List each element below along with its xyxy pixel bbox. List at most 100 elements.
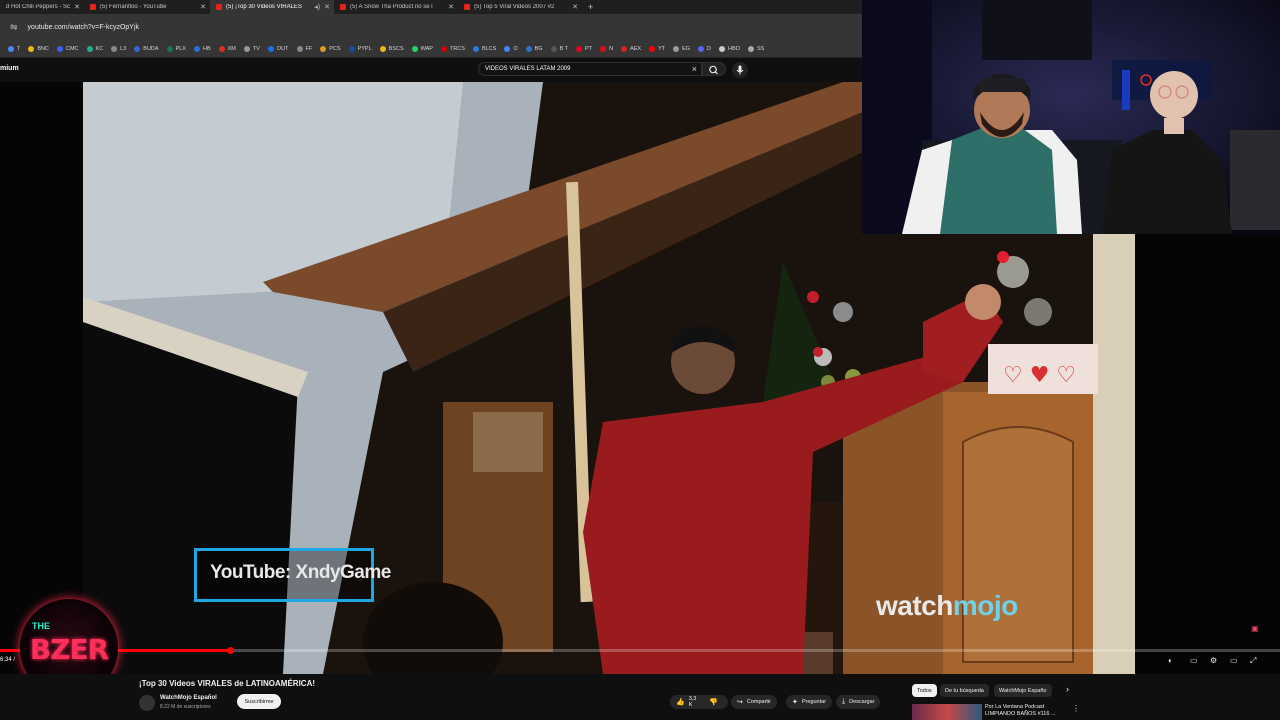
clear-search-icon[interactable]: × bbox=[692, 64, 697, 74]
bookmark-item[interactable]: XM bbox=[218, 46, 236, 52]
bookmark-item[interactable]: YT bbox=[649, 46, 665, 52]
browser-tab[interactable]: (5) Fernanfloo - YouTube ✕ bbox=[84, 0, 210, 14]
bookmark-favicon-icon bbox=[86, 46, 93, 52]
bookmark-label: AEX bbox=[630, 46, 642, 52]
logo-top-text: THE bbox=[32, 621, 50, 631]
search-query: VIDEOS VIRALES LATAM 2009 bbox=[485, 66, 571, 72]
bookmark-item[interactable]: TRCS bbox=[440, 46, 465, 52]
bookmark-label: T bbox=[17, 46, 21, 52]
channel-name[interactable]: WatchMojo Español bbox=[160, 695, 217, 701]
autoplay-toggle-icon[interactable]: ◐ bbox=[1168, 656, 1173, 665]
like-count: 3,3 K bbox=[688, 696, 697, 708]
bookmark-item[interactable]: AEX bbox=[621, 46, 641, 52]
bookmark-item[interactable]: D bbox=[698, 46, 711, 52]
bookmark-favicon-icon bbox=[348, 46, 355, 52]
logo-main-text: BZER bbox=[29, 633, 109, 666]
bookmark-item[interactable]: PT bbox=[576, 46, 592, 52]
bookmark-label: N bbox=[609, 46, 614, 52]
bookmark-label: D bbox=[707, 46, 712, 52]
bookmark-item[interactable]: FF bbox=[296, 46, 313, 52]
browser-tab-active[interactable]: (5) ¡Top 30 Videos VIRALES ◂) ✕ bbox=[210, 0, 334, 14]
bookmark-label: KC bbox=[95, 46, 104, 52]
close-tab-icon[interactable]: ✕ bbox=[448, 3, 454, 11]
browser-tab[interactable]: d Hot Chili Peppers - Scar ✕ bbox=[0, 0, 84, 14]
bookmark-item[interactable]: BUDA bbox=[134, 46, 159, 52]
browser-tab-bar: d Hot Chili Peppers - Scar ✕ (5) Fernanf… bbox=[0, 0, 862, 14]
bookmark-favicon-icon bbox=[504, 46, 511, 52]
share-button[interactable]: ↪ Compartir bbox=[731, 695, 778, 709]
bookmark-item[interactable]: BNC bbox=[28, 46, 49, 52]
chip-from-search[interactable]: De tu búsqueda bbox=[940, 684, 989, 697]
bookmark-item[interactable]: T bbox=[8, 46, 20, 52]
chip-channel[interactable]: WatchMojo Españo bbox=[994, 684, 1052, 697]
bookmark-item[interactable]: BLCS bbox=[472, 46, 496, 52]
thumbs-down-icon[interactable]: 👎 bbox=[709, 698, 718, 706]
ask-button[interactable]: ✦ Preguntar bbox=[786, 695, 833, 709]
bookmark-label: HBO bbox=[728, 46, 740, 52]
ask-label: Preguntar bbox=[801, 699, 827, 705]
browser-tab[interactable]: (5) A Snow Tha Product no se l ✕ bbox=[334, 0, 458, 14]
subtitles-icon[interactable]: ▭ bbox=[1190, 656, 1198, 665]
bookmark-item[interactable]: BSCS bbox=[379, 46, 404, 52]
more-options-icon[interactable]: ⋮ bbox=[1072, 704, 1080, 713]
voice-search-button[interactable] bbox=[732, 62, 748, 78]
bookmark-favicon-icon bbox=[134, 46, 141, 52]
channel-avatar[interactable] bbox=[139, 695, 155, 711]
speaker-icon[interactable]: ◂) bbox=[314, 3, 320, 11]
url-field[interactable]: youtube.com/watch?v=F-kcyzOpYjk bbox=[28, 24, 139, 31]
bookmark-item[interactable]: PCS bbox=[320, 46, 341, 52]
browser-tab[interactable]: (5) Top 5 Viral Videos 2007 #2 ✕ bbox=[458, 0, 582, 14]
fullscreen-icon[interactable]: ⤢ bbox=[1250, 656, 1256, 666]
site-info-icon[interactable]: ⇋ bbox=[10, 22, 18, 33]
download-button[interactable]: ⤓ Descargar bbox=[836, 695, 881, 709]
search-button[interactable] bbox=[702, 62, 726, 76]
bookmark-item[interactable]: OUT bbox=[267, 46, 289, 52]
subscribe-button[interactable]: Suscribirme bbox=[237, 694, 281, 709]
bookmark-item[interactable]: O bbox=[504, 46, 518, 52]
close-tab-icon[interactable]: ✕ bbox=[572, 3, 578, 11]
like-dislike-group[interactable]: 👍 3,3 K 👎 bbox=[670, 695, 728, 709]
new-tab-button[interactable]: + bbox=[588, 2, 593, 12]
bookmark-favicon-icon bbox=[698, 46, 705, 52]
bookmark-item[interactable]: CMC bbox=[57, 46, 79, 52]
bookmark-favicon-icon bbox=[440, 46, 447, 52]
settings-gear-icon[interactable]: ⚙ bbox=[1210, 656, 1217, 665]
thumbs-up-icon[interactable]: 👍 bbox=[676, 698, 685, 706]
close-tab-icon[interactable]: ✕ bbox=[200, 3, 206, 11]
search-input[interactable]: VIDEOS VIRALES LATAM 2009 × bbox=[478, 62, 702, 76]
bookmark-item[interactable]: BG bbox=[525, 46, 543, 52]
bookmark-item[interactable]: EG bbox=[673, 46, 690, 52]
bookmark-item[interactable]: L3 bbox=[111, 46, 126, 52]
bookmark-item[interactable]: N bbox=[600, 46, 613, 52]
youtube-favicon-icon bbox=[464, 4, 470, 10]
bookmark-favicon-icon bbox=[747, 46, 754, 52]
bookmark-item[interactable]: TV bbox=[243, 46, 260, 52]
bookmark-item[interactable]: PLX bbox=[166, 46, 186, 52]
close-tab-icon[interactable]: ✕ bbox=[324, 3, 330, 11]
bookmark-item[interactable]: B T bbox=[550, 46, 568, 52]
bookmark-label: TV bbox=[252, 46, 260, 52]
bookmark-item[interactable]: HBO bbox=[719, 46, 740, 52]
close-tab-icon[interactable]: ✕ bbox=[74, 3, 80, 11]
bookmark-item[interactable]: PYPL bbox=[348, 46, 372, 52]
theater-mode-icon[interactable]: ▭ bbox=[1230, 656, 1238, 665]
chevron-right-icon[interactable]: › bbox=[1066, 684, 1069, 694]
recommended-thumbnail[interactable] bbox=[912, 704, 982, 720]
webcam-overlay bbox=[862, 0, 1280, 234]
bookmark-favicon-icon bbox=[166, 46, 173, 52]
share-icon: ↪ bbox=[737, 699, 743, 706]
bookmark-item[interactable]: HB bbox=[193, 46, 211, 52]
youtube-premium-logo[interactable]: mium bbox=[0, 65, 19, 72]
recommended-title[interactable]: Por La Ventana Podcast LIMPIANDO BAÑOS #… bbox=[985, 704, 1065, 718]
bookmark-label: FF bbox=[305, 46, 313, 52]
bookmark-item[interactable]: WAP bbox=[411, 46, 433, 52]
chip-all[interactable]: Todos bbox=[912, 684, 937, 697]
download-label: Descargar bbox=[849, 699, 875, 705]
video-progress-bar[interactable] bbox=[0, 647, 1280, 654]
bookmark-favicon-icon bbox=[267, 46, 274, 52]
bookmark-item[interactable]: KC bbox=[86, 46, 104, 52]
miniplayer-badge-icon[interactable]: ▣ bbox=[1251, 624, 1259, 633]
bookmark-favicon-icon bbox=[550, 46, 557, 52]
bookmark-item[interactable]: SS bbox=[747, 46, 764, 52]
bookmark-favicon-icon bbox=[243, 46, 250, 52]
